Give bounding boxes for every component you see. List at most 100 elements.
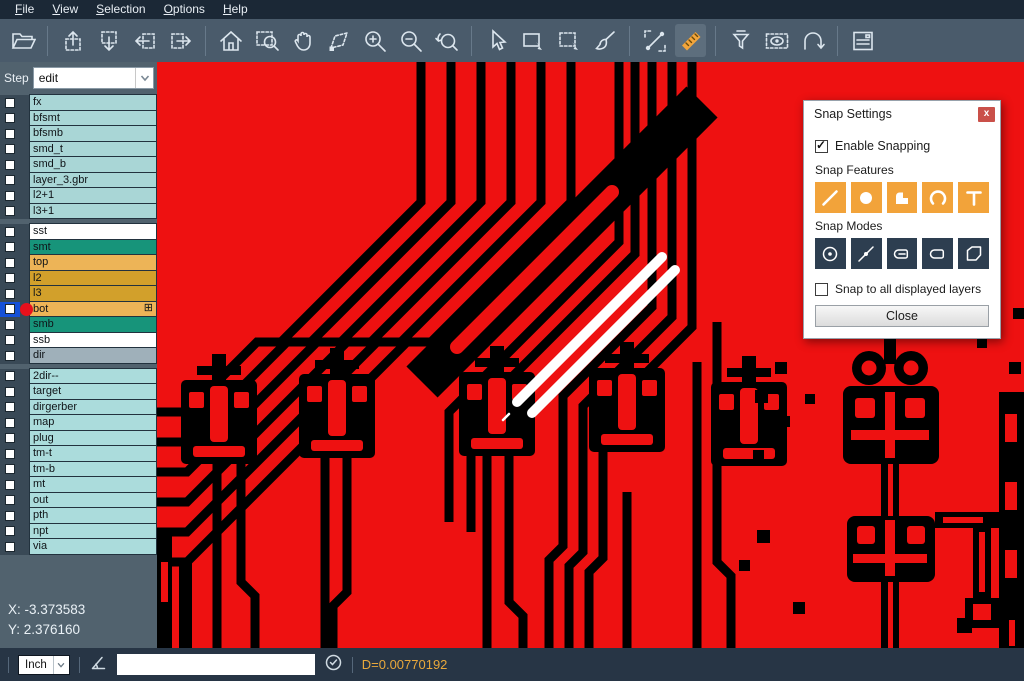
layer-visibility-checkbox[interactable] — [0, 142, 20, 158]
shape-transform-icon[interactable] — [323, 24, 354, 57]
move-down-icon[interactable] — [93, 24, 124, 57]
route-under-icon[interactable] — [797, 24, 828, 57]
home-icon[interactable] — [215, 24, 246, 57]
layer-row[interactable]: npt — [0, 524, 157, 540]
menu-item[interactable]: File — [6, 0, 43, 19]
menu-item[interactable]: Help — [214, 0, 257, 19]
snap-pad-circle-icon[interactable] — [851, 182, 882, 213]
panel-icon[interactable] — [847, 24, 878, 57]
layer-row[interactable]: ssb — [0, 333, 157, 349]
layer-label[interactable]: smt — [29, 239, 157, 256]
layer-label[interactable]: npt — [29, 523, 157, 540]
layer-visibility-checkbox[interactable] — [0, 431, 20, 447]
layer-label[interactable]: pth — [29, 507, 157, 524]
layer-label[interactable]: bot⊞ — [29, 301, 157, 318]
menu-item[interactable]: Options — [155, 0, 214, 19]
layer-label[interactable]: bfsmb — [29, 125, 157, 142]
layer-visibility-checkbox[interactable] — [0, 126, 20, 142]
move-left-icon[interactable] — [129, 24, 160, 57]
layer-row[interactable]: dirgerber — [0, 400, 157, 416]
layer-label[interactable]: layer_3.gbr — [29, 172, 157, 189]
layer-row[interactable]: tm-t — [0, 446, 157, 462]
layer-label[interactable]: top — [29, 254, 157, 271]
layer-row[interactable]: dir — [0, 348, 157, 364]
layer-label[interactable]: smb — [29, 316, 157, 333]
snap-line-icon[interactable] — [815, 182, 846, 213]
layer-visibility-checkbox[interactable] — [0, 286, 20, 302]
snap-all-layers-row[interactable]: Snap to all displayed layers — [815, 282, 989, 296]
select-rect-icon[interactable] — [517, 24, 548, 57]
menu-item[interactable]: Selection — [87, 0, 154, 19]
layer-row[interactable]: smb — [0, 317, 157, 333]
layer-row[interactable]: smd_t — [0, 142, 157, 158]
layer-visibility-checkbox[interactable] — [0, 446, 20, 462]
layer-label[interactable]: dir — [29, 347, 157, 364]
layer-label[interactable]: 2dir-- — [29, 368, 157, 385]
enable-snapping-checkbox[interactable] — [815, 140, 828, 153]
layer-row[interactable]: mt — [0, 477, 157, 493]
layer-row[interactable]: plug — [0, 431, 157, 447]
layer-row[interactable]: top — [0, 255, 157, 271]
command-input[interactable] — [117, 654, 315, 675]
zoom-out-icon[interactable] — [395, 24, 426, 57]
layer-row[interactable]: layer_3.gbr — [0, 173, 157, 189]
layer-visibility-checkbox[interactable] — [0, 384, 20, 400]
move-up-icon[interactable] — [57, 24, 88, 57]
layer-row[interactable]: bfsmb — [0, 126, 157, 142]
dialog-title-bar[interactable]: Snap Settings x — [804, 101, 1000, 127]
close-button[interactable]: Close — [815, 305, 989, 327]
snap-center-icon[interactable] — [815, 238, 846, 269]
view-area-icon[interactable] — [761, 24, 792, 57]
layer-label[interactable]: bfsmt — [29, 110, 157, 127]
layer-label[interactable]: plug — [29, 430, 157, 447]
select-group-icon[interactable] — [553, 24, 584, 57]
layer-visibility-checkbox[interactable] — [0, 400, 20, 416]
snap-midpoint-icon[interactable] — [851, 238, 882, 269]
layer-row[interactable]: l2 — [0, 271, 157, 287]
layer-label[interactable]: tm-b — [29, 461, 157, 478]
layer-row[interactable]: map — [0, 415, 157, 431]
layer-visibility-checkbox[interactable] — [0, 255, 20, 271]
menu-item[interactable]: View — [43, 0, 87, 19]
apply-check-icon[interactable] — [324, 653, 343, 677]
layer-row[interactable]: l3+1 — [0, 204, 157, 220]
layer-visibility-checkbox[interactable] — [0, 157, 20, 173]
zoom-previous-icon[interactable] — [431, 24, 462, 57]
close-icon[interactable]: x — [978, 107, 995, 122]
layer-label[interactable]: l3+1 — [29, 203, 157, 220]
layer-label[interactable]: map — [29, 414, 157, 431]
ruler-icon[interactable] — [675, 24, 706, 57]
pan-hand-icon[interactable] — [287, 24, 318, 57]
layer-visibility-checkbox[interactable] — [0, 302, 20, 318]
step-dropdown[interactable]: edit — [33, 67, 154, 89]
layer-row[interactable]: smd_b — [0, 157, 157, 173]
layer-label[interactable]: smd_t — [29, 141, 157, 158]
layer-visibility-checkbox[interactable] — [0, 95, 20, 111]
pcb-canvas[interactable]: Snap Settings x Enable Snapping Snap Fea… — [157, 62, 1024, 648]
filter-icon[interactable] — [725, 24, 756, 57]
layer-label[interactable]: target — [29, 383, 157, 400]
measure-line-icon[interactable] — [639, 24, 670, 57]
select-arrow-icon[interactable] — [481, 24, 512, 57]
layer-visibility-checkbox[interactable] — [0, 415, 20, 431]
brush-icon[interactable] — [589, 24, 620, 57]
layer-row[interactable]: 2dir-- — [0, 369, 157, 385]
layer-visibility-checkbox[interactable] — [0, 493, 20, 509]
layer-visibility-checkbox[interactable] — [0, 204, 20, 220]
snap-text-icon[interactable] — [958, 182, 989, 213]
layer-visibility-checkbox[interactable] — [0, 173, 20, 189]
layer-label[interactable]: l2 — [29, 270, 157, 287]
snap-arc-icon[interactable] — [922, 182, 953, 213]
layer-row[interactable]: pth — [0, 508, 157, 524]
layer-label[interactable]: ssb — [29, 332, 157, 349]
layer-visibility-checkbox[interactable] — [0, 240, 20, 256]
layer-visibility-checkbox[interactable] — [0, 224, 20, 240]
layer-label[interactable]: via — [29, 538, 157, 555]
layer-visibility-checkbox[interactable] — [0, 369, 20, 385]
layer-visibility-checkbox[interactable] — [0, 111, 20, 127]
enable-snapping-row[interactable]: Enable Snapping — [815, 139, 989, 153]
layer-row[interactable]: tm-b — [0, 462, 157, 478]
layer-label[interactable]: tm-t — [29, 445, 157, 462]
layer-label[interactable]: l3 — [29, 285, 157, 302]
layer-row[interactable]: fx — [0, 95, 157, 111]
